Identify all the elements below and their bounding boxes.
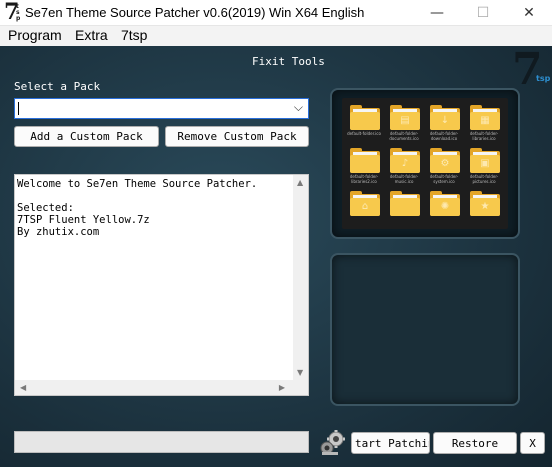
folder-glyph [399, 201, 411, 213]
menu-7tsp[interactable]: 7tsp [121, 27, 147, 43]
folder-glyph: ♪ [401, 158, 409, 169]
gears-icon [320, 430, 345, 455]
folder-caption: default-folder-pictures.ico [469, 174, 499, 184]
folder-caption: default-folder-libraries.ico [469, 131, 499, 141]
scrollbar-corner [293, 380, 308, 395]
folder-plain-icon: default-folder-libraries2.ico [345, 145, 383, 184]
folder-glyph: ✺ [440, 201, 450, 212]
folder-caption [463, 217, 505, 227]
select-pack-label: Select a Pack [14, 80, 101, 93]
folder-libraries-icon: ▦ default-folder-libraries.ico [465, 102, 503, 141]
folder-caption: default-folder-music.ico [389, 174, 419, 184]
log-textarea[interactable]: Welcome to Se7en Theme Source Patcher. S… [14, 174, 309, 396]
start-patching-button[interactable]: tart Patchin [351, 432, 430, 454]
scroll-right-icon[interactable]: ▶ [279, 383, 285, 392]
folder-favorites-icon: ★ [465, 188, 503, 226]
folder-settings-icon: ⚙ default-folder-system.ico [425, 145, 463, 184]
folder-network-icon: ✺ [425, 188, 463, 226]
folder-document-icon: ▤ default-folder-documents.ico [385, 102, 423, 141]
app-logo-sub: tsp [16, 3, 21, 22]
folder-caption: default-folder-system.ico [429, 174, 459, 184]
folder-caption: default-folder.ico [347, 131, 381, 136]
text-caret [18, 102, 19, 115]
menu-bar: Program Extra 7tsp [0, 26, 552, 46]
app-logo-icon: 7 tsp [4, 0, 22, 25]
folder-glyph: ⚙ [440, 158, 450, 169]
folder-glyph [359, 115, 371, 127]
preview-panel: default-folder.ico ▤ default-folder-docume… [330, 88, 520, 239]
folder-glyph: ★ [480, 201, 490, 212]
folder-download-icon: ↓ default-folder-download.ico [425, 102, 463, 141]
folder-caption [343, 217, 385, 227]
folder-caption [383, 217, 425, 227]
menu-extra[interactable]: Extra [75, 27, 108, 43]
folder-glyph: ⌂ [361, 201, 369, 212]
folder-glyph: ▤ [400, 115, 410, 126]
pack-select[interactable]: ⌵ [14, 98, 309, 119]
folder-caption: default-folder-documents.ico [389, 131, 419, 141]
title-bar: 7 tsp Se7en Theme Source Patcher v0.6(20… [0, 0, 552, 26]
main-panel: Fixit Tools 7 tsp Select a Pack ⌵ Add a … [0, 44, 552, 467]
folder-glyph [359, 158, 371, 170]
folder-glyph: ▦ [480, 115, 490, 126]
preview-panel-secondary [330, 253, 520, 406]
section-title: Fixit Tools [252, 55, 325, 68]
remove-custom-pack-button[interactable]: Remove Custom Pack [165, 126, 309, 147]
folder-glyph: ▣ [480, 158, 490, 169]
vertical-scrollbar[interactable]: ▲ ▼ [293, 175, 308, 380]
scroll-up-icon[interactable]: ▲ [297, 178, 303, 187]
window-title: Se7en Theme Source Patcher v0.6(2019) Wi… [25, 5, 365, 20]
log-text: Welcome to Se7en Theme Source Patcher. S… [17, 178, 258, 238]
folder-caption: default-folder-libraries2.ico [349, 174, 379, 184]
progress-bar [14, 431, 309, 453]
folder-glyph: ↓ [440, 115, 450, 126]
close-window-button[interactable]: ✕ [506, 0, 552, 26]
brand-logo-icon: 7 tsp [512, 44, 552, 95]
folder-home-icon: ⌂ [345, 188, 383, 226]
restore-button[interactable]: Restore [433, 432, 517, 454]
folder-caption: default-folder-download.ico [429, 131, 459, 141]
folder-pictures-icon: ▣ default-folder-pictures.ico [465, 145, 503, 184]
add-custom-pack-button[interactable]: Add a Custom Pack [14, 126, 159, 147]
chevron-down-icon[interactable]: ⌵ [294, 100, 303, 115]
brand-logo-seven: 7 [512, 44, 543, 95]
scroll-left-icon[interactable]: ◀ [20, 383, 26, 392]
folder-music-icon: ♪ default-folder-music.ico [385, 145, 423, 184]
menu-program[interactable]: Program [8, 27, 62, 43]
brand-logo-sub: tsp [536, 74, 551, 83]
close-button[interactable]: X [520, 432, 545, 454]
scroll-down-icon[interactable]: ▼ [297, 368, 303, 377]
folder-plain-icon: default-folder.ico [345, 102, 383, 140]
folder-plain-icon [385, 188, 423, 226]
maximize-button[interactable]: ☐ [460, 0, 506, 26]
minimize-button[interactable]: — [414, 0, 460, 26]
horizontal-scrollbar[interactable]: ◀ ▶ [15, 380, 293, 395]
icon-preview-image: default-folder.ico ▤ default-folder-docume… [342, 98, 508, 229]
folder-caption [423, 217, 465, 227]
